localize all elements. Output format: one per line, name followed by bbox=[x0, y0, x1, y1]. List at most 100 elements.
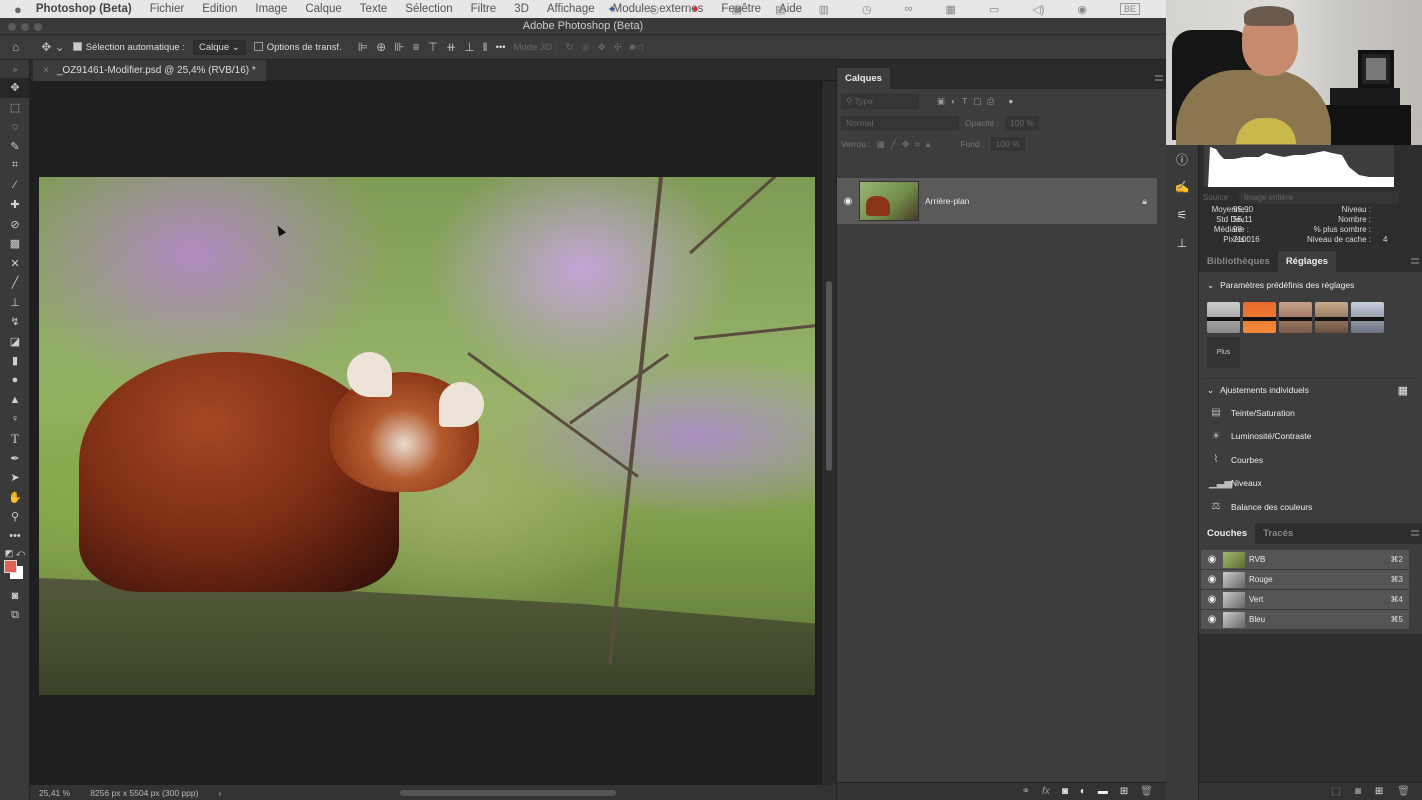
path-selection-tool[interactable]: ➤ bbox=[0, 468, 30, 488]
slide-3d-icon[interactable]: ✣ bbox=[614, 42, 622, 53]
drag-3d-icon[interactable]: ✥ bbox=[598, 42, 606, 53]
align-bottom-icon[interactable]: ⊥ bbox=[464, 40, 474, 54]
brush-tool[interactable]: ╱ bbox=[0, 273, 30, 293]
swap-colors-icon[interactable]: ◩ ⤺ bbox=[0, 546, 30, 560]
notifications-icon[interactable]: ● bbox=[692, 3, 699, 15]
menu-image[interactable]: Image bbox=[255, 3, 287, 15]
display-icon[interactable]: ▭ bbox=[989, 3, 999, 16]
lock-image-icon[interactable]: ╱ bbox=[891, 139, 896, 150]
align-top-icon[interactable]: ⊤ bbox=[428, 40, 438, 54]
menu-app-name[interactable]: Photoshop (Beta) bbox=[36, 3, 132, 15]
channel-visibility-eye-icon[interactable]: ◉ bbox=[1201, 554, 1223, 565]
document-image-red-panda[interactable] bbox=[39, 177, 815, 695]
panel-menu-icon[interactable] bbox=[1411, 530, 1419, 536]
more-tools-button[interactable]: ••• bbox=[0, 527, 30, 547]
fill-field[interactable]: 100 % bbox=[990, 137, 1025, 151]
creative-cloud-icon[interactable]: ◎ bbox=[650, 3, 660, 16]
preset-thumbnail[interactable] bbox=[1207, 302, 1240, 333]
adjustment-curves[interactable]: ⌇ Courbes bbox=[1199, 448, 1422, 472]
marquee-tool[interactable]: ⬚ bbox=[0, 98, 30, 118]
quick-mask-icon[interactable]: ◙ bbox=[0, 586, 30, 606]
menu-selection[interactable]: Sélection bbox=[405, 3, 452, 15]
clipboard-icon[interactable]: ▥ bbox=[819, 3, 829, 16]
channel-visibility-eye-icon[interactable]: ◉ bbox=[1201, 574, 1223, 585]
menu-calque[interactable]: Calque bbox=[305, 3, 341, 15]
eyedropper-tool[interactable]: ⁄ bbox=[0, 176, 30, 196]
tab-bibliotheques[interactable]: Bibliothèques bbox=[1199, 251, 1278, 272]
keyboard-layout-badge[interactable]: BE bbox=[1119, 3, 1140, 15]
close-document-icon[interactable]: × bbox=[43, 65, 49, 76]
lock-artboard-icon[interactable]: ⌗ bbox=[915, 139, 920, 150]
adjustment-color-balance[interactable]: ⚖ Balance des couleurs bbox=[1199, 495, 1422, 519]
auto-select-checkbox[interactable]: Sélection automatique : bbox=[72, 42, 185, 53]
eraser-tool[interactable]: ◪ bbox=[0, 332, 30, 352]
more-options-button[interactable]: ••• bbox=[496, 42, 506, 53]
clock-icon[interactable]: ◷ bbox=[862, 3, 872, 16]
save-selection-channel-icon[interactable]: ◙ bbox=[1355, 786, 1361, 797]
gradient-tool[interactable]: ▮ bbox=[0, 351, 30, 371]
foreground-color-swatch[interactable] bbox=[4, 560, 17, 573]
butterfly-icon[interactable]: ✦ bbox=[607, 3, 616, 16]
info-icon[interactable]: ⓘ bbox=[1166, 145, 1198, 173]
tab-couches[interactable]: Couches bbox=[1199, 523, 1256, 544]
menu-affichage[interactable]: Affichage bbox=[547, 3, 595, 15]
align-center-h-icon[interactable]: ⊕ bbox=[376, 40, 386, 54]
brush-settings-icon[interactable]: ✍ bbox=[1166, 173, 1198, 201]
dodge-tool[interactable]: ♀ bbox=[0, 410, 30, 430]
canvas-horizontal-scrollbar[interactable] bbox=[400, 790, 616, 796]
tab-reglages[interactable]: Réglages bbox=[1277, 251, 1337, 272]
filter-type-icon[interactable]: T bbox=[962, 96, 967, 106]
lock-position-icon[interactable]: ✥ bbox=[902, 139, 909, 150]
healing-brush-tool[interactable]: ⊘ bbox=[0, 215, 30, 235]
minimize-window-button[interactable] bbox=[21, 23, 29, 31]
pen-tool[interactable]: ✒ bbox=[0, 449, 30, 469]
filter-adjustment-icon[interactable]: ◐ bbox=[951, 96, 956, 106]
auto-select-target-dropdown[interactable]: Calque ⌄ bbox=[193, 39, 246, 55]
add-mask-icon[interactable]: ◙ bbox=[1062, 786, 1068, 797]
zoom-tool[interactable]: ⚲ bbox=[0, 507, 30, 527]
new-layer-icon[interactable]: ⊞ bbox=[1120, 786, 1128, 797]
layout-icon[interactable]: ▦ bbox=[945, 3, 955, 16]
grid-view-icon[interactable]: ▦ bbox=[1398, 384, 1408, 397]
preset-thumbnail[interactable] bbox=[1279, 302, 1312, 333]
panel-menu-icon[interactable] bbox=[1411, 258, 1419, 264]
new-adjustment-layer-icon[interactable]: ◐ bbox=[1080, 786, 1086, 797]
blur-tool[interactable]: ● bbox=[0, 371, 30, 391]
preset-thumbnail[interactable] bbox=[1315, 302, 1348, 333]
preset-thumbnail[interactable] bbox=[1243, 302, 1276, 333]
close-window-button[interactable] bbox=[8, 23, 16, 31]
spot-healing-tool[interactable]: ✚ bbox=[0, 195, 30, 215]
lock-transparent-icon[interactable]: ▦ bbox=[877, 139, 885, 150]
layer-filter-dropdown[interactable]: ⚲ Type bbox=[841, 93, 919, 109]
align-middle-icon[interactable]: ⧺ bbox=[446, 40, 456, 54]
roll-3d-icon[interactable]: ◎ bbox=[581, 42, 589, 53]
clone-source-icon[interactable]: ⊥ bbox=[1166, 229, 1198, 257]
canvas-area[interactable] bbox=[30, 81, 822, 785]
clone-stamp-tool[interactable]: ⊥ bbox=[0, 293, 30, 313]
type-tool[interactable]: T bbox=[0, 429, 30, 449]
collapse-toolbar-icon[interactable]: » bbox=[0, 60, 30, 78]
menu-edition[interactable]: Edition bbox=[202, 3, 237, 15]
layer-name[interactable]: Arrière-plan bbox=[925, 196, 969, 206]
layer-lock-icon[interactable]: 🔒︎ bbox=[1142, 196, 1147, 207]
link-layers-icon[interactable]: ⚭ bbox=[1022, 786, 1030, 797]
crop-tool[interactable]: ⌗ bbox=[0, 156, 30, 176]
binoculars-icon[interactable]: ∞ bbox=[905, 3, 913, 15]
home-icon[interactable]: ⌂ bbox=[12, 40, 19, 54]
channel-row[interactable]: ◉ Bleu ⌘5 bbox=[1201, 610, 1409, 630]
canvas-vertical-scrollbar[interactable] bbox=[823, 81, 835, 785]
status-menu-arrow[interactable]: › bbox=[218, 788, 221, 798]
move-tool[interactable]: ✥ bbox=[0, 78, 30, 98]
layer-row[interactable]: ◉ Arrière-plan 🔒︎ bbox=[837, 178, 1157, 224]
hand-tool[interactable]: ✋ bbox=[0, 488, 30, 508]
adjustment-brightness-contrast[interactable]: ☀ Luminosité/Contraste bbox=[1199, 425, 1422, 449]
fx-icon[interactable]: fx bbox=[1042, 786, 1050, 797]
adjustment-levels[interactable]: ▁▃▅ Niveaux bbox=[1199, 472, 1422, 496]
delete-channel-icon[interactable]: 🗑︎ bbox=[1397, 786, 1410, 797]
content-aware-move-tool[interactable]: ✕ bbox=[0, 254, 30, 274]
tab-traces[interactable]: Tracés bbox=[1255, 523, 1301, 544]
apple-menu-icon[interactable]: ● bbox=[14, 2, 22, 17]
distribute-v-icon[interactable]: ‖ bbox=[483, 40, 488, 54]
quick-select-tool[interactable]: ✎ bbox=[0, 137, 30, 157]
volume-icon[interactable]: ◁) bbox=[1032, 3, 1044, 16]
